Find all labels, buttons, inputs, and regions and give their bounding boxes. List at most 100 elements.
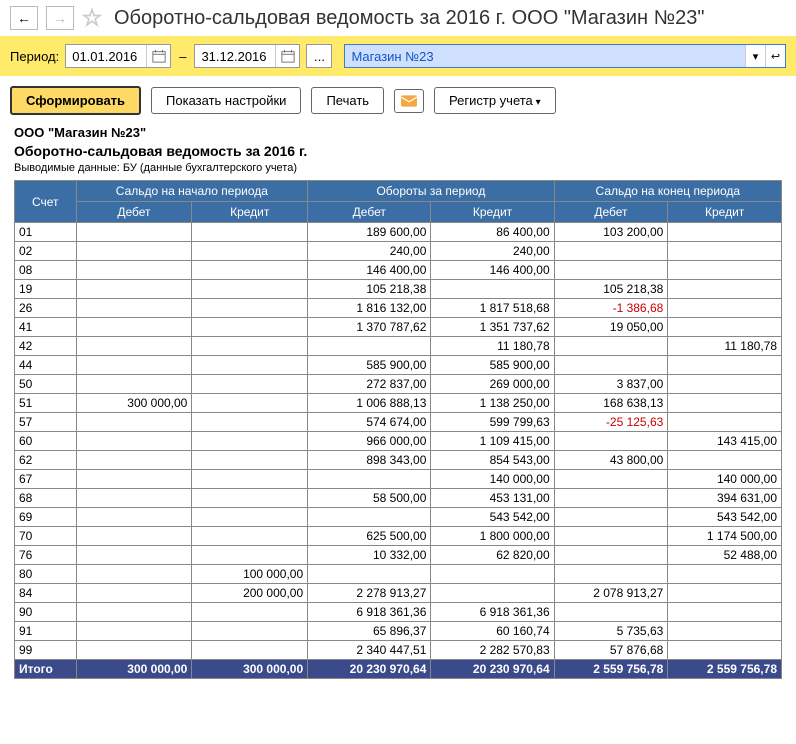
table-cell: 2 078 913,27: [554, 584, 668, 603]
table-cell: [76, 451, 192, 470]
table-cell: 2 282 570,83: [431, 641, 554, 660]
table-row[interactable]: 906 918 361,366 918 361,36: [15, 603, 782, 622]
table-cell: 60: [15, 432, 77, 451]
email-button[interactable]: [394, 89, 424, 113]
table-row[interactable]: 76 10 332,0062 820,00 52 488,00: [15, 546, 782, 565]
table-cell: [76, 280, 192, 299]
table-cell: [431, 565, 554, 584]
table-row[interactable]: 84200 000,002 278 913,272 078 913,27: [15, 584, 782, 603]
print-button[interactable]: Печать: [311, 87, 384, 114]
table-cell: 105 218,38: [308, 280, 431, 299]
table-row[interactable]: 6858 500,00453 131,00394 631,00: [15, 489, 782, 508]
table-cell: [192, 546, 308, 565]
table-cell: [76, 356, 192, 375]
favorite-icon[interactable]: [82, 8, 102, 28]
calendar-to-button[interactable]: [275, 45, 299, 67]
table-row[interactable]: 67140 000,00140 000,00: [15, 470, 782, 489]
table-cell: 69: [15, 508, 77, 527]
table-cell: 140 000,00: [668, 470, 782, 489]
calendar-from-button[interactable]: [146, 45, 170, 67]
table-cell: 76: [15, 546, 77, 565]
table-cell: 1 109 415,00: [431, 432, 554, 451]
table-cell: 70: [15, 527, 77, 546]
table-row[interactable]: 19105 218,38105 218,38: [15, 280, 782, 299]
table-row[interactable]: 60966 000,001 109 415,00143 415,00: [15, 432, 782, 451]
table-cell: [308, 337, 431, 356]
table-row[interactable]: 50272 837,00269 000,003 837,00: [15, 375, 782, 394]
table-cell: 67: [15, 470, 77, 489]
table-row[interactable]: 4211 180,7811 180,78: [15, 337, 782, 356]
table-cell: 300 000,00: [76, 660, 192, 679]
table-row[interactable]: 44585 900,00585 900,00: [15, 356, 782, 375]
table-cell: 1 138 250,00: [431, 394, 554, 413]
table-cell: [192, 299, 308, 318]
nav-back-button[interactable]: ←: [10, 6, 38, 30]
period-to-field[interactable]: [195, 46, 275, 67]
table-cell: 26: [15, 299, 77, 318]
table-row[interactable]: 08146 400,00146 400,00: [15, 261, 782, 280]
table-cell: 898 343,00: [308, 451, 431, 470]
table-cell: 19 050,00: [554, 318, 668, 337]
table-cell: [76, 242, 192, 261]
register-button[interactable]: Регистр учета: [434, 87, 556, 114]
table-row[interactable]: 02240,00240,00: [15, 242, 782, 261]
report-org: ООО "Магазин №23": [14, 125, 782, 140]
table-row[interactable]: 992 340 447,512 282 570,8357 876,68: [15, 641, 782, 660]
period-picker-button[interactable]: ...: [306, 44, 332, 68]
table-row[interactable]: 261 816 132,001 817 518,68-1 386,68: [15, 299, 782, 318]
table-cell: [192, 641, 308, 660]
col-open-credit: Кредит: [192, 202, 308, 223]
table-cell: [192, 508, 308, 527]
table-cell: [554, 603, 668, 622]
table-cell: 143 415,00: [668, 432, 782, 451]
table-row[interactable]: 80100 000,00: [15, 565, 782, 584]
table-row[interactable]: 70625 500,001 800 000,001 174 500,00: [15, 527, 782, 546]
generate-button[interactable]: Сформировать: [10, 86, 141, 115]
table-cell: 1 800 000,00: [431, 527, 554, 546]
table-row[interactable]: 62898 343,00854 543,0043 800,00: [15, 451, 782, 470]
table-row[interactable]: 57574 674,00599 799,63-25 125,63: [15, 413, 782, 432]
col-close-debit: Дебет: [554, 202, 668, 223]
table-cell: [554, 565, 668, 584]
col-open-debit: Дебет: [76, 202, 192, 223]
table-row[interactable]: 01189 600,0086 400,00103 200,00: [15, 223, 782, 242]
calendar-icon: [152, 49, 166, 63]
table-cell: [431, 584, 554, 603]
table-row[interactable]: 9165 896,3760 160,745 735,63: [15, 622, 782, 641]
table-cell: [554, 432, 668, 451]
table-cell: [192, 527, 308, 546]
table-cell: 01: [15, 223, 77, 242]
org-open-button[interactable]: ↩: [765, 45, 785, 67]
period-from-field[interactable]: [66, 46, 146, 67]
table-row[interactable]: 51300 000,001 006 888,131 138 250,00168 …: [15, 394, 782, 413]
col-close-credit: Кредит: [668, 202, 782, 223]
table-cell: 62: [15, 451, 77, 470]
table-cell: 2 340 447,51: [308, 641, 431, 660]
table-cell: [431, 280, 554, 299]
table-cell: [192, 394, 308, 413]
calendar-icon: [281, 49, 295, 63]
table-row[interactable]: 411 370 787,621 351 737,6219 050,00: [15, 318, 782, 337]
show-settings-button[interactable]: Показать настройки: [151, 87, 301, 114]
table-cell: 5 735,63: [554, 622, 668, 641]
col-close-balance: Сальдо на конец периода: [554, 181, 781, 202]
table-cell: [76, 432, 192, 451]
table-cell: 62 820,00: [431, 546, 554, 565]
table-cell: 10 332,00: [308, 546, 431, 565]
org-select[interactable]: ▾ ↩: [344, 44, 786, 68]
table-cell: 43 800,00: [554, 451, 668, 470]
table-cell: 1 370 787,62: [308, 318, 431, 337]
table-cell: 52 488,00: [668, 546, 782, 565]
org-dropdown-button[interactable]: ▾: [745, 45, 765, 67]
table-cell: [76, 299, 192, 318]
period-to-input[interactable]: [194, 44, 300, 68]
mail-icon: [401, 95, 417, 107]
table-cell: 1 174 500,00: [668, 527, 782, 546]
org-field[interactable]: [345, 45, 745, 67]
table-cell: 65 896,37: [308, 622, 431, 641]
table-cell: [308, 565, 431, 584]
nav-forward-button[interactable]: →: [46, 6, 74, 30]
table-cell: 240,00: [308, 242, 431, 261]
period-from-input[interactable]: [65, 44, 171, 68]
table-row[interactable]: 69543 542,00543 542,00: [15, 508, 782, 527]
